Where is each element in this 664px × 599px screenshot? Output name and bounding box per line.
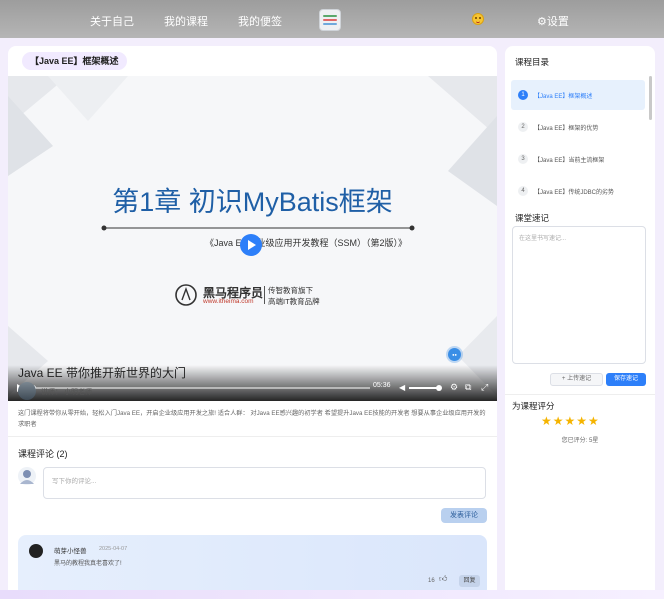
comment-text: 黑马的教程我真老喜欢了! (54, 561, 122, 567)
comment-input[interactable]: 写下你的评论... (43, 467, 486, 499)
bottom-strip (0, 590, 664, 599)
toc-label: 【Java EE】框架的优势 (534, 126, 599, 132)
main-panel: 【Java EE】框架概述 第1章 初识MyBatis框架 《Java EE企业… (8, 46, 497, 599)
nav-my-courses[interactable]: 我的课程 (164, 13, 208, 29)
thumb-up-icon[interactable]: 👍︎ (439, 574, 448, 583)
toc-item-3[interactable]: 3 【Java EE】当前主流框架 (511, 144, 645, 174)
video-play-icon[interactable] (240, 234, 262, 256)
course-title: Java EE 带你推开新世界的大门 (18, 366, 187, 380)
course-description: 这门课程将带你从零开始，轻松入门Java EE，开启企业级应用开发之旅! 适合人… (18, 410, 486, 428)
volume-bar[interactable] (409, 387, 439, 389)
floating-assistant-icon[interactable]: ●● (448, 348, 461, 361)
toc-number: 2 (518, 122, 528, 132)
upload-notes-button[interactable]: + 上传速记 (550, 373, 603, 386)
fullscreen-icon[interactable]: ⤢ (481, 382, 488, 393)
commenter-avatar (29, 544, 43, 558)
toc-scrollbar[interactable] (649, 76, 652, 120)
notes-textarea[interactable]: 在这里书写速记... (512, 226, 646, 364)
toc-number: 4 (518, 186, 528, 196)
like-count: 16 (428, 578, 435, 584)
comment-card: 萌芽小怪兽 2025-04-07 黑马的教程我真老喜欢了! 16 👍︎ 回复 (18, 535, 487, 597)
comment-user[interactable]: 萌芽小怪兽 (54, 545, 87, 555)
book-title: 《Java EE企业级应用开发教程（SSM）（第2版）》 (204, 238, 407, 248)
toc-number: 3 (518, 154, 528, 164)
rating-stars[interactable]: ★★★★★ (541, 414, 600, 428)
current-user-avatar (18, 467, 36, 485)
divider (8, 436, 497, 437)
comment-date: 2025-04-07 (99, 546, 128, 552)
brand-slogan-2: 高端IT教育品牌 (268, 297, 320, 306)
rating-title: 为课程评分 (512, 401, 555, 411)
nav-about[interactable]: 关于自己 (90, 13, 134, 29)
save-notes-button[interactable]: 保存速记 (606, 373, 646, 386)
top-navbar: 关于自己 我的课程 我的便签 ⚙设置 (0, 0, 664, 38)
horse-logo-icon (175, 284, 197, 306)
toc-title: 课程目录 (515, 57, 550, 67)
reply-button[interactable]: 回复 (459, 575, 480, 587)
toc-item-4[interactable]: 4 【Java EE】传统JDBC的劣势 (511, 176, 645, 206)
emoji-icon[interactable] (472, 13, 484, 25)
toc-label: 【Java EE】传统JDBC的劣势 (534, 190, 615, 196)
brand-logo: 黑马程序员 www.itheima.com 传智教育旗下 高端IT教育品牌 (175, 284, 375, 306)
sidebar: 课程目录 1 【Java EE】框架概述 2 【Java EE】框架的优势 3 … (505, 46, 655, 599)
rating-text: 您已评分: 5星 (561, 438, 599, 444)
gear-icon[interactable]: ⚙ (450, 382, 458, 393)
toc-number: 1 (518, 90, 528, 100)
external-link-icon[interactable]: ⧉ (465, 382, 471, 393)
divider (505, 394, 655, 395)
brand-site: www.itheima.com (203, 298, 254, 305)
toc-item-1[interactable]: 1 【Java EE】框架概述 (511, 80, 645, 110)
settings-link[interactable]: ⚙设置 (537, 13, 569, 29)
nav-my-notes[interactable]: 我的便签 (238, 13, 282, 29)
brand-slogan-1: 传智教育旗下 (268, 286, 313, 295)
toc-label: 【Java EE】框架概述 (534, 94, 593, 100)
lecturer-avatar (18, 382, 36, 400)
volume-knob[interactable] (436, 385, 442, 391)
toc-item-2[interactable]: 2 【Java EE】框架的优势 (511, 112, 645, 142)
video-player[interactable]: 第1章 初识MyBatis框架 《Java EE企业级应用开发教程（SSM）（第… (8, 76, 497, 401)
brand-divider (264, 286, 265, 304)
lesson-tag: 【Java EE】框架概述 (22, 52, 127, 70)
chapter-title: 第1章 初识MyBatis框架 (112, 187, 393, 217)
user-avatar-icon (20, 470, 34, 484)
video-time: 05:36 (373, 382, 391, 389)
comments-title: 课程评论 (2) (18, 449, 68, 459)
lecturer-name: 讲师： 小明老师 (41, 389, 92, 396)
notes-title: 课堂速记 (515, 213, 550, 223)
toc-label: 【Java EE】当前主流框架 (534, 158, 605, 164)
volume-icon[interactable]: ◀ (399, 384, 407, 392)
logo-icon[interactable] (319, 9, 341, 31)
post-comment-button[interactable]: 发表评论 (441, 508, 487, 523)
